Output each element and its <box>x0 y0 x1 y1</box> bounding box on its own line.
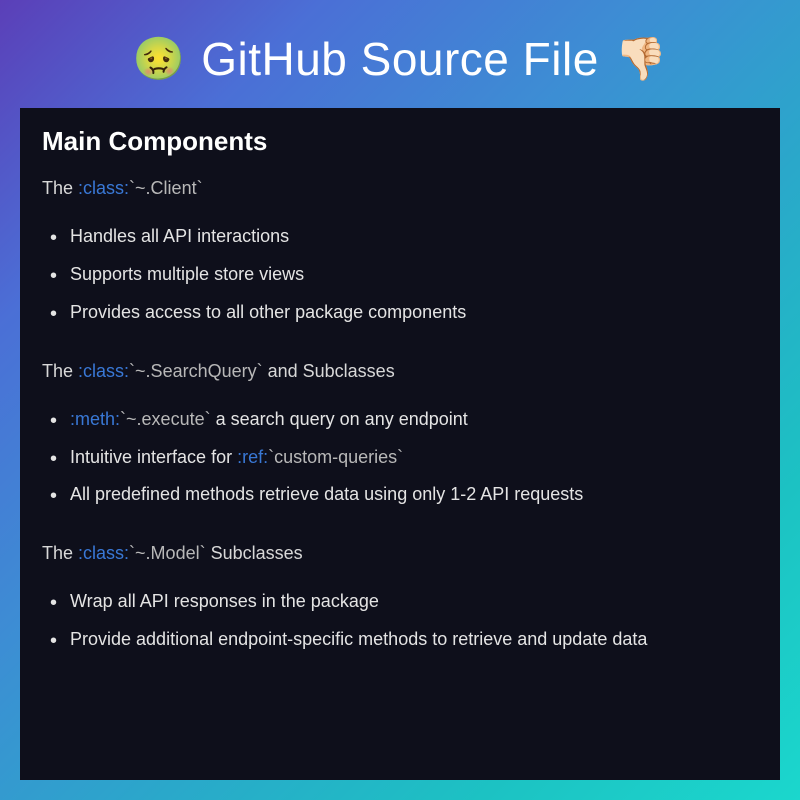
list-item: Wrap all API responses in the package <box>70 583 758 621</box>
section-intro: The :class:`~.Model` Subclasses <box>42 540 758 567</box>
slide: 🤢 GitHub Source File 👎🏻 Main Components … <box>0 0 800 800</box>
nauseated-face-icon: 🤢 <box>133 38 185 80</box>
list-item: :meth:`~.execute` a search query on any … <box>70 401 758 439</box>
bullet-list: :meth:`~.execute` a search query on any … <box>70 401 758 515</box>
section-intro: The :class:`~.Client` <box>42 175 758 202</box>
list-item: Intuitive interface for :ref:`custom-que… <box>70 439 758 477</box>
title-row: 🤢 GitHub Source File 👎🏻 <box>133 32 667 86</box>
list-item: Provides access to all other package com… <box>70 294 758 332</box>
list-item: Handles all API interactions <box>70 218 758 256</box>
section-heading: Main Components <box>42 126 758 157</box>
sections-container: The :class:`~.Client` Handles all API int… <box>42 175 758 659</box>
thumbs-down-icon: 👎🏻 <box>615 38 667 80</box>
bullet-list: Wrap all API responses in the packagePro… <box>70 583 758 659</box>
bullet-list: Handles all API interactionsSupports mul… <box>70 218 758 332</box>
content-panel: Main Components The :class:`~.Client` Han… <box>20 108 780 780</box>
slide-title: GitHub Source File <box>201 32 599 86</box>
section-intro: The :class:`~.SearchQuery` and Subclasse… <box>42 358 758 385</box>
list-item: All predefined methods retrieve data usi… <box>70 476 758 514</box>
list-item: Provide additional endpoint-specific met… <box>70 621 758 659</box>
list-item: Supports multiple store views <box>70 256 758 294</box>
title-bar: 🤢 GitHub Source File 👎🏻 <box>0 0 800 108</box>
